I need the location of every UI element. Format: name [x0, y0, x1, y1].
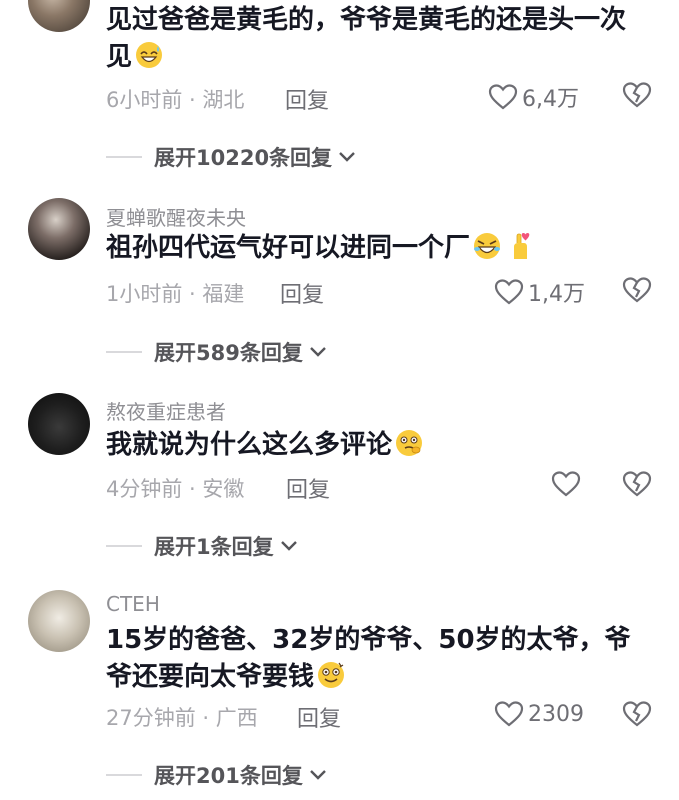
divider [106, 545, 142, 547]
comment-text: 祖孙四代运气好可以进同一个厂 [106, 230, 651, 267]
reply-button[interactable]: 回复 [285, 83, 329, 115]
avatar[interactable] [28, 393, 90, 455]
broken-heart-icon[interactable] [622, 276, 652, 304]
comment-text: 15岁的爸爸、32岁的爷爷、50岁的太爷，爷爷还要向太爷要钱 [106, 625, 631, 692]
like-count: 2309 [528, 701, 584, 727]
avatar[interactable] [28, 590, 90, 652]
like-count: 1,4万 [528, 282, 585, 307]
thinking-emoji-icon [396, 430, 423, 456]
divider [106, 774, 142, 776]
rofl-emoji-icon [474, 233, 501, 259]
finger-heart-icon [514, 233, 530, 259]
expand-replies-button[interactable]: 展开1条回复 [106, 531, 298, 561]
chevron-down-icon [309, 770, 326, 780]
comment-text: 我就说为什么这么多评论 [106, 427, 651, 464]
heart-icon [494, 279, 524, 305]
dizzy-smile-emoji-icon [318, 662, 345, 688]
expand-replies-button[interactable]: 展开589条回复 [106, 337, 327, 367]
broken-heart-icon[interactable] [622, 700, 652, 728]
reply-button[interactable]: 回复 [297, 701, 341, 733]
chevron-down-icon [280, 541, 297, 551]
expand-replies-button[interactable]: 展开10220条回复 [106, 142, 356, 172]
grinning-sweat-emoji-icon [136, 42, 163, 68]
like-button[interactable]: 2309 [494, 700, 584, 728]
like-button[interactable]: 1,4万 [494, 276, 585, 308]
like-button[interactable] [551, 470, 581, 498]
comment-meta: 27分钟前 · 广西 [106, 706, 258, 730]
comment-meta: 6小时前 · 湖北 [106, 88, 245, 112]
expand-replies-button[interactable]: 展开201条回复 [106, 760, 327, 790]
divider [106, 351, 142, 353]
comment-text: 见过爸爸是黄毛的，爷爷是黄毛的还是头一次见 [106, 5, 627, 72]
reply-button[interactable]: 回复 [286, 472, 330, 504]
avatar[interactable] [28, 198, 90, 260]
broken-heart-icon[interactable] [622, 81, 652, 109]
chevron-down-icon [339, 152, 355, 162]
like-button[interactable]: 6,4万 [488, 81, 579, 113]
heart-icon [494, 701, 524, 727]
avatar[interactable] [28, 0, 90, 32]
reply-button[interactable]: 回复 [280, 277, 324, 309]
comment-meta: 1小时前 · 福建 [106, 282, 245, 306]
username[interactable]: 熬夜重症患者 [106, 396, 226, 425]
username[interactable]: 夏蝉歌醒夜未央 [106, 202, 246, 231]
username[interactable]: CTEH [106, 592, 160, 616]
broken-heart-icon[interactable] [622, 470, 652, 498]
heart-icon [488, 84, 518, 110]
heart-icon [551, 471, 581, 497]
chevron-down-icon [309, 347, 326, 357]
divider [106, 156, 142, 158]
comment-meta: 4分钟前 · 安徽 [106, 477, 245, 501]
like-count: 6,4万 [522, 87, 579, 112]
